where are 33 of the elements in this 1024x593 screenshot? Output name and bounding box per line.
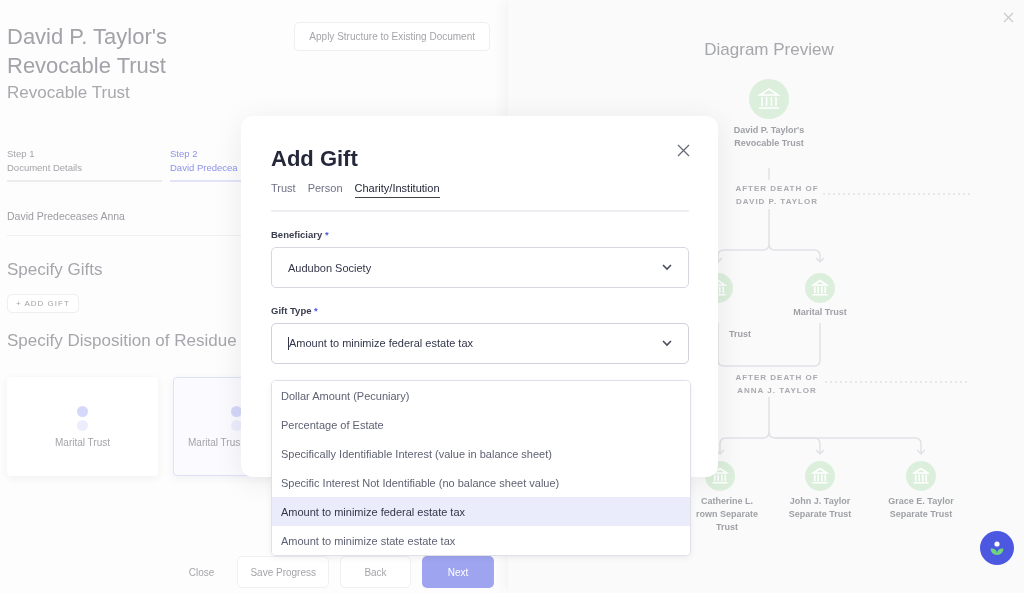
node-label: Grace E. Taylor Separate Trust [887, 495, 955, 521]
tab[interactable]: Trust [271, 182, 296, 198]
select-field[interactable]: Amount to minimize federal estate tax [271, 323, 689, 364]
field-label: Gift Type * [271, 305, 319, 316]
dropdown-option[interactable]: Percentage of Estate [272, 410, 690, 439]
dropdown-option[interactable]: Amount to minimize federal estate tax [272, 497, 690, 526]
add-gift-button[interactable]: + ADD GIFT [7, 294, 79, 313]
node-label: Trust [728, 328, 752, 341]
node-label: Marital Trust [792, 306, 848, 319]
dropdown-option[interactable]: Dollar Amount (Pecuniary) [272, 381, 690, 410]
section-heading: Specify Disposition of Residue [7, 331, 237, 351]
diagram-title: Diagram Preview [703, 40, 835, 60]
dropdown-option[interactable]: Specifically Identifiable Interest (value in balance sheet) [272, 439, 690, 468]
dialog-title: Add Gift [271, 146, 358, 172]
node-label: Catherine L. rown Separate Trust [695, 495, 759, 534]
node-label: David P. Taylor's Revocable Trust [732, 124, 806, 150]
card-label: Marital Trus [188, 436, 241, 448]
event-label: AFTER DEATH OF DAVID P. TAYLOR [734, 183, 820, 208]
node-label: John J. Taylor Separate Trust [787, 495, 853, 521]
select-field[interactable]: Audubon Society [271, 247, 689, 288]
dropdown-option[interactable]: Amount to minimize state estate tax [272, 526, 690, 555]
trust-subtitle: Revocable Trust [7, 83, 131, 103]
card-label: Marital Trust [55, 436, 110, 448]
tab[interactable]: Person [307, 182, 343, 198]
footer-button[interactable]: Back [340, 556, 411, 588]
trust-card[interactable]: Marital Trust [7, 377, 158, 476]
section-heading: Specify Gifts [7, 260, 103, 280]
event-label: AFTER DEATH OF ANNA J. TAYLOR [734, 372, 820, 397]
footer-button[interactable]: Save Progress [237, 556, 329, 588]
dropdown-option[interactable]: Specific Interest Not Identifiable (no balance sheet value) [272, 468, 690, 497]
apply-structure-button[interactable]: Apply Structure to Existing Document [294, 22, 490, 51]
tab[interactable]: Charity/Institution [354, 182, 440, 198]
trust-title: David P. Taylor's Revocable Trust [7, 23, 168, 80]
